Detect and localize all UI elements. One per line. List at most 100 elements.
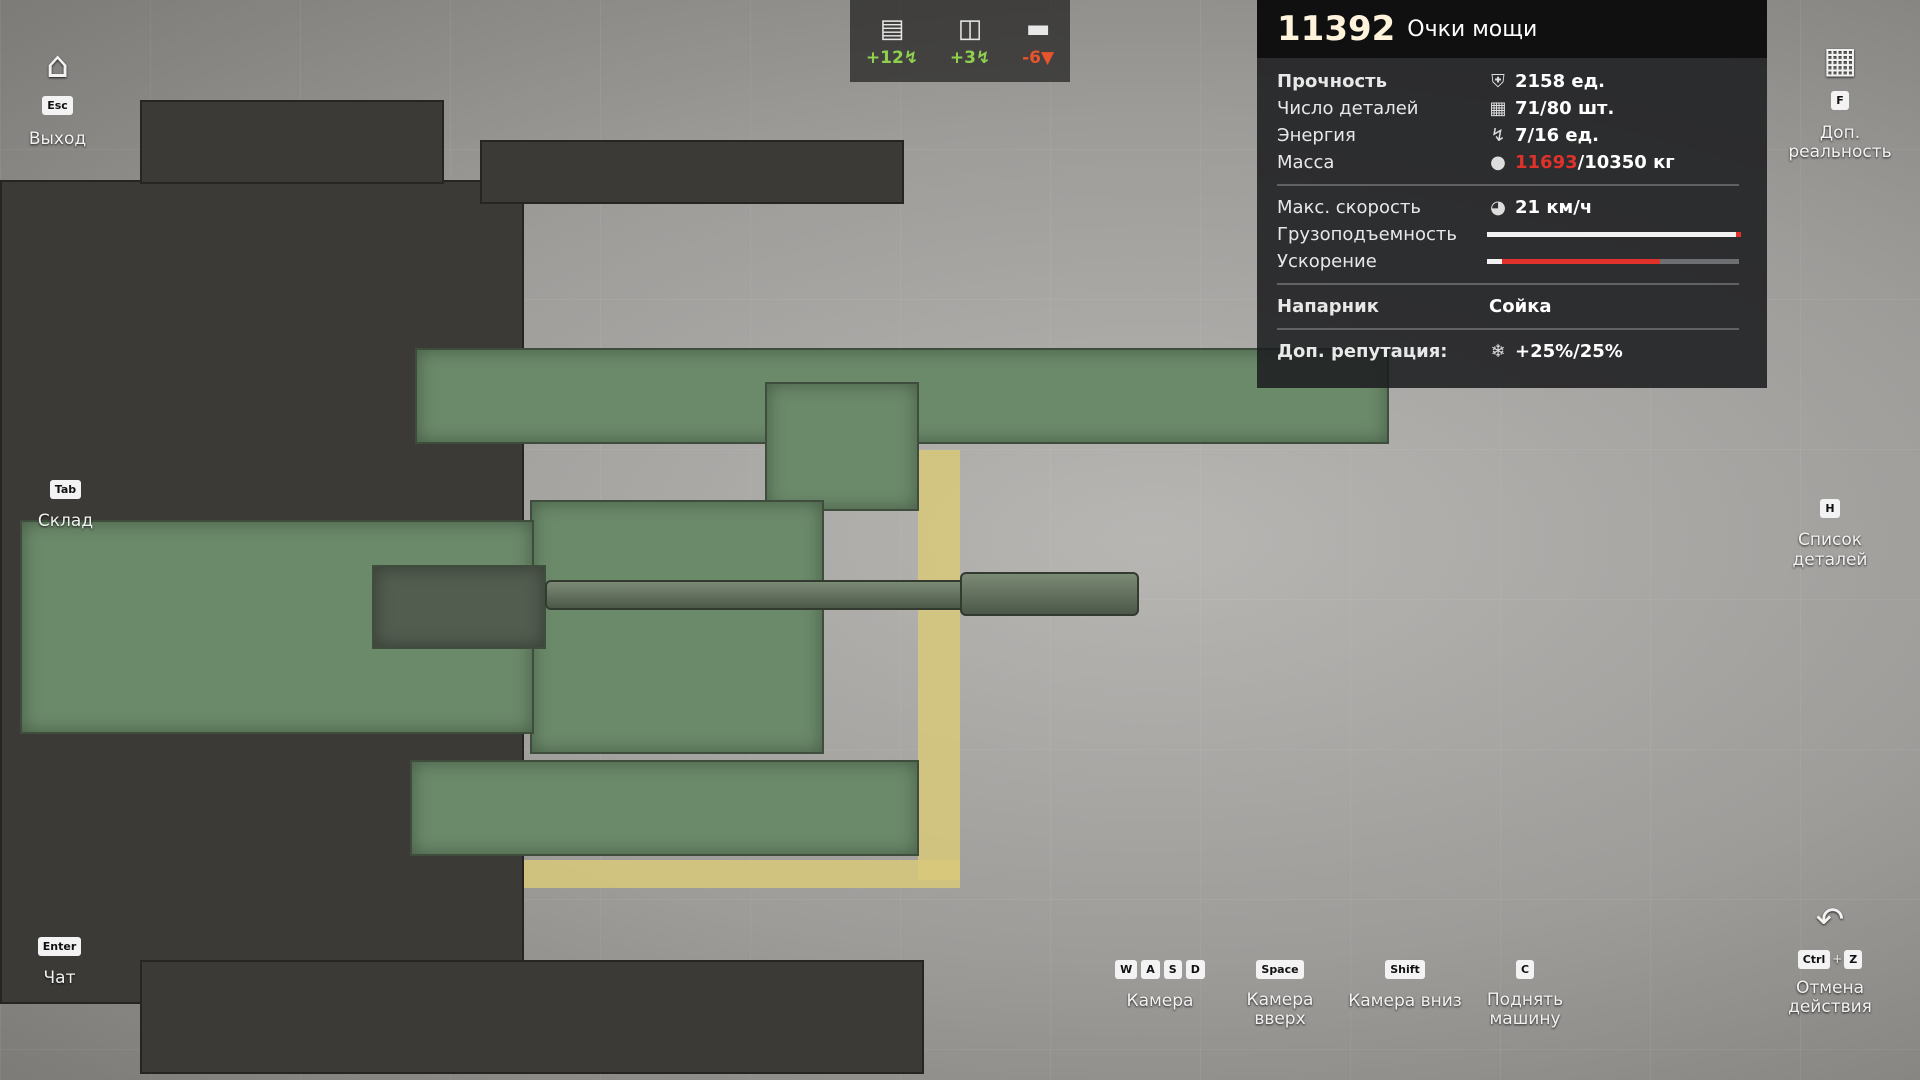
- parts-value: 71/80 шт.: [1515, 98, 1615, 119]
- acceleration-bar-base: [1487, 259, 1503, 264]
- reputation-row: Доп. репутация: ❄ +25%/25%: [1277, 338, 1739, 365]
- vehicle-icon: ▤: [879, 14, 905, 44]
- storage-button[interactable]: Tab Склад: [28, 478, 103, 531]
- f-key: F: [1831, 91, 1849, 110]
- mass-limit: /10350 кг: [1577, 152, 1675, 173]
- camera-up-label-2: вверх: [1254, 1009, 1306, 1029]
- generator-icon: ◫: [957, 14, 983, 44]
- mass-row: Масса ● 11693/10350 кг: [1277, 149, 1739, 176]
- capacity-label: Грузоподъемность: [1277, 224, 1458, 245]
- storage-label: Склад: [37, 511, 94, 531]
- energy-generator[interactable]: ◫ +3↯: [950, 14, 990, 68]
- partner-label: Напарник: [1277, 296, 1379, 317]
- power-score-value: 11392: [1277, 9, 1396, 49]
- faction-emblem-icon: ❄: [1490, 341, 1506, 362]
- s-key: S: [1163, 960, 1182, 979]
- h-key: H: [1820, 499, 1840, 518]
- camera-label: Камера: [1126, 991, 1194, 1011]
- a-key: A: [1141, 960, 1160, 979]
- parts-list-label-2: деталей: [1792, 550, 1868, 570]
- tab-key: Tab: [49, 480, 82, 499]
- energy-row: Энергия ↯ 7/16 ед.: [1277, 122, 1739, 149]
- acceleration-row: Ускорение: [1277, 248, 1739, 275]
- acceleration-bar-fill: [1502, 259, 1660, 264]
- mass-label: Масса: [1277, 152, 1335, 173]
- lightning-icon: ↯: [1490, 125, 1506, 146]
- weapon-icon: ▬: [1025, 14, 1051, 44]
- chat-label: Чат: [43, 968, 76, 988]
- power-score-label: Очки мощи: [1407, 16, 1538, 42]
- c-key: C: [1515, 960, 1535, 979]
- energy-cab-value: +12: [865, 48, 904, 68]
- energy-generator-value: +3: [949, 48, 976, 68]
- camera-down-label: Камера вниз: [1348, 991, 1462, 1011]
- grid-icon: ▦: [1822, 40, 1857, 81]
- durability-row: Прочность ⛨ 2158 ед.: [1277, 68, 1739, 95]
- durability-value: 2158 ед.: [1515, 71, 1605, 92]
- capacity-row: Грузоподъемность: [1277, 221, 1742, 248]
- cannon-barrel: [545, 580, 969, 610]
- garage-icon: ⌂: [46, 45, 69, 86]
- mass-current: 11693: [1515, 152, 1578, 173]
- capacity-bar-fill: [1487, 232, 1737, 237]
- undo-label-2: действия: [1788, 997, 1872, 1017]
- divider: [1277, 328, 1739, 330]
- lift-label-2: машину: [1489, 1009, 1561, 1029]
- reputation-value: +25%/25%: [1515, 341, 1623, 362]
- space-key: Space: [1256, 960, 1304, 979]
- parts-list-label-1: Список: [1797, 530, 1863, 550]
- speed-value: 21 км/ч: [1515, 197, 1593, 218]
- exit-label: Выход: [28, 129, 87, 149]
- reputation-label: Доп. репутация:: [1277, 341, 1448, 362]
- camera-up-control[interactable]: Space Камера вверх: [1230, 958, 1330, 1029]
- extra-reality-label-1: Доп.: [1819, 123, 1861, 143]
- ctrl-key: Ctrl: [1797, 950, 1831, 969]
- capacity-bar: [1487, 232, 1742, 237]
- lift-vehicle-control[interactable]: C Поднять машину: [1475, 958, 1575, 1029]
- shift-key: Shift: [1385, 960, 1425, 979]
- speed-label: Макс. скорость: [1277, 197, 1421, 218]
- parts-icon: ▦: [1489, 98, 1507, 119]
- acceleration-label: Ускорение: [1277, 251, 1377, 272]
- d-key: D: [1185, 960, 1205, 979]
- vehicle-stats-panel: 11392 Очки мощи Прочность ⛨ 2158 ед. Числ…: [1257, 0, 1767, 388]
- capacity-bar-overload: [1736, 232, 1742, 237]
- extra-reality-label-2: реальность: [1788, 142, 1892, 162]
- energy-value: 7/16 ед.: [1515, 125, 1599, 146]
- w-key: W: [1115, 960, 1138, 979]
- camera-up-label-1: Камера: [1246, 990, 1314, 1010]
- cannon-muzzle: [960, 572, 1139, 616]
- energy-balance-bar: ▤ +12↯ ◫ +3↯ ▬ -6▼: [850, 0, 1070, 82]
- camera-down-control[interactable]: Shift Камера вниз: [1340, 958, 1470, 1011]
- undo-button[interactable]: ↶ Ctrl + Z Отмена действия: [1770, 900, 1890, 1017]
- extra-reality-button[interactable]: ▦ F Доп. реальность: [1780, 40, 1900, 162]
- exit-button[interactable]: ⌂ Esc Выход: [20, 45, 95, 149]
- speed-row: Макс. скорость ◕ 21 км/ч: [1277, 194, 1739, 221]
- power-score-header: 11392 Очки мощи: [1257, 0, 1767, 58]
- plus-sign: +: [1832, 952, 1843, 966]
- parts-label: Число деталей: [1277, 98, 1419, 119]
- energy-label: Энергия: [1277, 125, 1356, 146]
- z-key: Z: [1844, 950, 1863, 969]
- parts-row: Число деталей ▦ 71/80 шт.: [1277, 95, 1739, 122]
- armor-turret: [372, 565, 546, 649]
- divider: [1277, 184, 1739, 186]
- parts-list-button[interactable]: H Список деталей: [1770, 497, 1890, 570]
- speedometer-icon: ◕: [1490, 197, 1506, 218]
- durability-label: Прочность: [1277, 71, 1387, 92]
- vehicle-arm: [480, 140, 904, 204]
- lift-label-1: Поднять: [1486, 990, 1564, 1010]
- chat-button[interactable]: Enter Чат: [22, 935, 97, 988]
- energy-weapon-value: -6: [1022, 48, 1041, 68]
- energy-weapon[interactable]: ▬ -6▼: [1022, 14, 1054, 68]
- weight-icon: ●: [1490, 152, 1506, 173]
- armor-plate-bottom: [410, 760, 919, 856]
- armor-plate-center: [530, 500, 824, 754]
- energy-cab[interactable]: ▤ +12↯: [866, 14, 918, 68]
- vehicle-arm: [140, 960, 924, 1074]
- enter-key: Enter: [37, 937, 82, 956]
- partner-value[interactable]: Сойка: [1489, 296, 1552, 317]
- acceleration-bar: [1487, 259, 1739, 264]
- vehicle-arm: [140, 100, 444, 184]
- camera-control[interactable]: WASD Камера: [1100, 958, 1220, 1011]
